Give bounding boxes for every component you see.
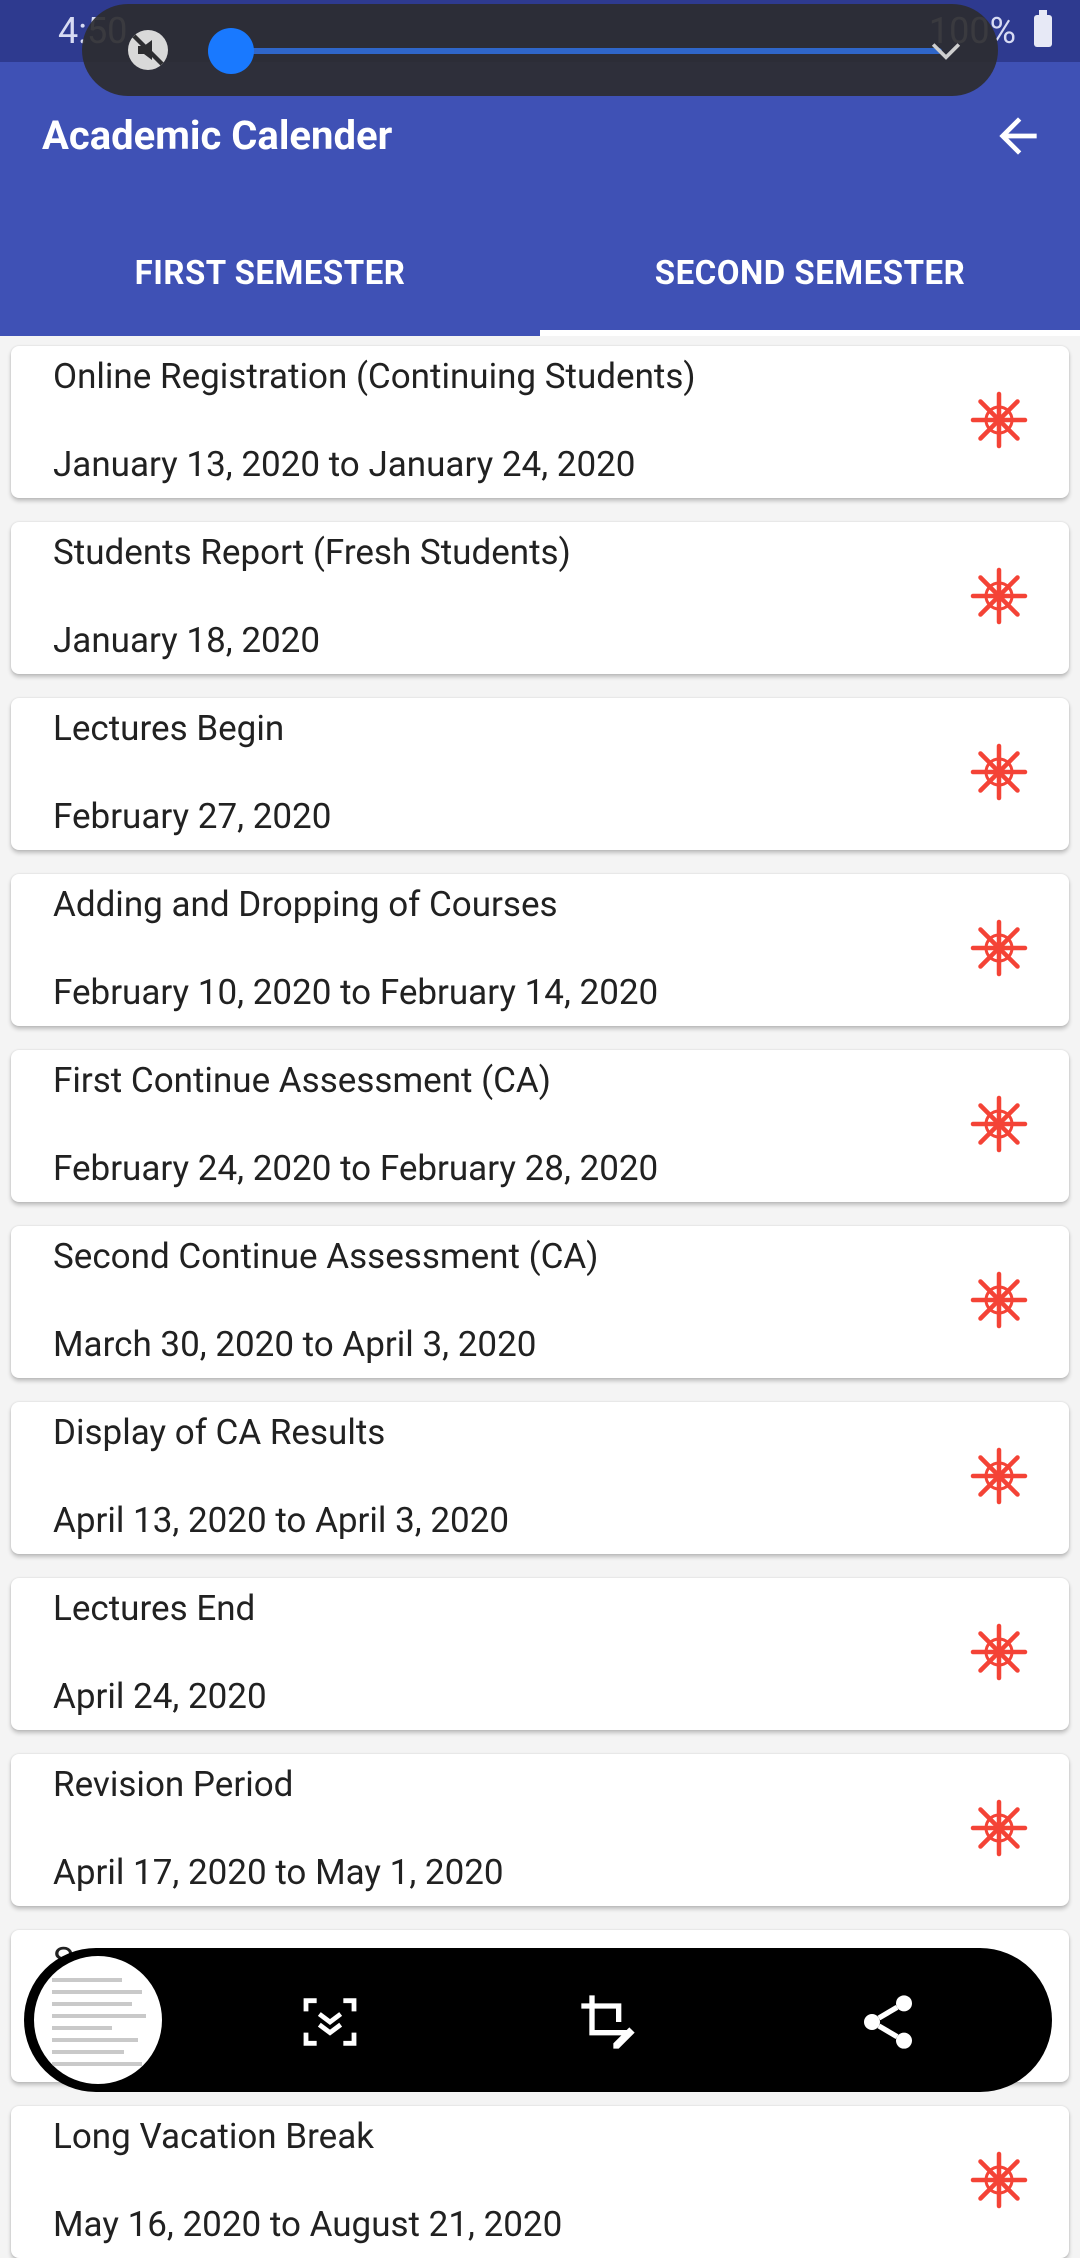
event-card[interactable]: Students Report (Fresh Students) January… [11, 522, 1069, 674]
event-date: May 16, 2020 to August 21, 2020 [53, 2204, 563, 2245]
event-card[interactable]: Second Continue Assessment (CA) March 30… [11, 1226, 1069, 1378]
event-name: Students Report (Fresh Students) [53, 532, 571, 573]
page-title: Academic Calender [42, 112, 393, 159]
asterisk-icon [969, 1270, 1029, 1330]
scroll-capture-icon[interactable] [298, 1990, 362, 2054]
tab-first-semester[interactable]: FIRST SEMESTER [0, 242, 540, 336]
event-name: Lectures Begin [53, 708, 285, 749]
recording-progress-knob[interactable] [208, 28, 254, 74]
event-name: Second Continue Assessment (CA) [53, 1236, 599, 1277]
event-name: Long Vacation Break [53, 2116, 374, 2157]
event-name: Online Registration (Continuing Students… [53, 356, 696, 397]
event-name: Lectures End [53, 1588, 256, 1629]
asterisk-icon [969, 918, 1029, 978]
event-date: February 10, 2020 to February 14, 2020 [53, 972, 659, 1013]
crop-edit-icon[interactable] [576, 1990, 640, 2054]
event-card[interactable]: Revision Period April 17, 2020 to May 1,… [11, 1754, 1069, 1906]
asterisk-icon [969, 1446, 1029, 1506]
event-card[interactable]: Lectures End April 24, 2020 [11, 1578, 1069, 1730]
asterisk-icon [969, 566, 1029, 626]
event-card[interactable]: Adding and Dropping of Courses February … [11, 874, 1069, 1026]
asterisk-icon [969, 742, 1029, 802]
event-card[interactable]: Long Vacation Break May 16, 2020 to Augu… [11, 2106, 1069, 2258]
asterisk-icon [969, 1094, 1029, 1154]
event-date: March 30, 2020 to April 3, 2020 [53, 1324, 537, 1365]
screen-recorder-controls [82, 4, 998, 96]
event-name: First Continue Assessment (CA) [53, 1060, 551, 1101]
share-icon[interactable] [856, 1990, 920, 2054]
event-date: April 24, 2020 [53, 1676, 267, 1717]
event-date: January 18, 2020 [53, 620, 321, 661]
event-date: April 17, 2020 to May 1, 2020 [53, 1852, 504, 1893]
event-date: April 13, 2020 to April 3, 2020 [53, 1500, 510, 1541]
battery-icon [1034, 10, 1052, 47]
event-date: February 24, 2020 to February 28, 2020 [53, 1148, 659, 1189]
recording-progress-track [232, 48, 942, 54]
event-card[interactable]: First Continue Assessment (CA) February … [11, 1050, 1069, 1202]
event-name: Display of CA Results [53, 1412, 386, 1453]
event-card[interactable]: Online Registration (Continuing Students… [11, 346, 1069, 498]
asterisk-icon [969, 1622, 1029, 1682]
event-name: Revision Period [53, 1764, 294, 1805]
chevron-down-icon[interactable] [924, 28, 968, 72]
event-card[interactable]: Display of CA Results April 13, 2020 to … [11, 1402, 1069, 1554]
app-bar: Academic Calender FIRST SEMESTER SECOND … [0, 62, 1080, 336]
asterisk-icon [969, 2150, 1029, 2210]
tab-second-semester[interactable]: SECOND SEMESTER [540, 242, 1080, 336]
asterisk-icon [969, 390, 1029, 450]
event-name: Adding and Dropping of Courses [53, 884, 558, 925]
event-date: January 13, 2020 to January 24, 2020 [53, 444, 636, 485]
back-arrow-icon[interactable] [990, 108, 1046, 164]
screenshot-thumbnail[interactable] [28, 1950, 168, 2090]
mute-sound-icon[interactable] [124, 26, 172, 74]
asterisk-icon [969, 1798, 1029, 1858]
event-card[interactable]: Lectures Begin February 27, 2020 [11, 698, 1069, 850]
semester-tabs: FIRST SEMESTER SECOND SEMESTER [0, 242, 1080, 336]
event-date: February 27, 2020 [53, 796, 332, 837]
